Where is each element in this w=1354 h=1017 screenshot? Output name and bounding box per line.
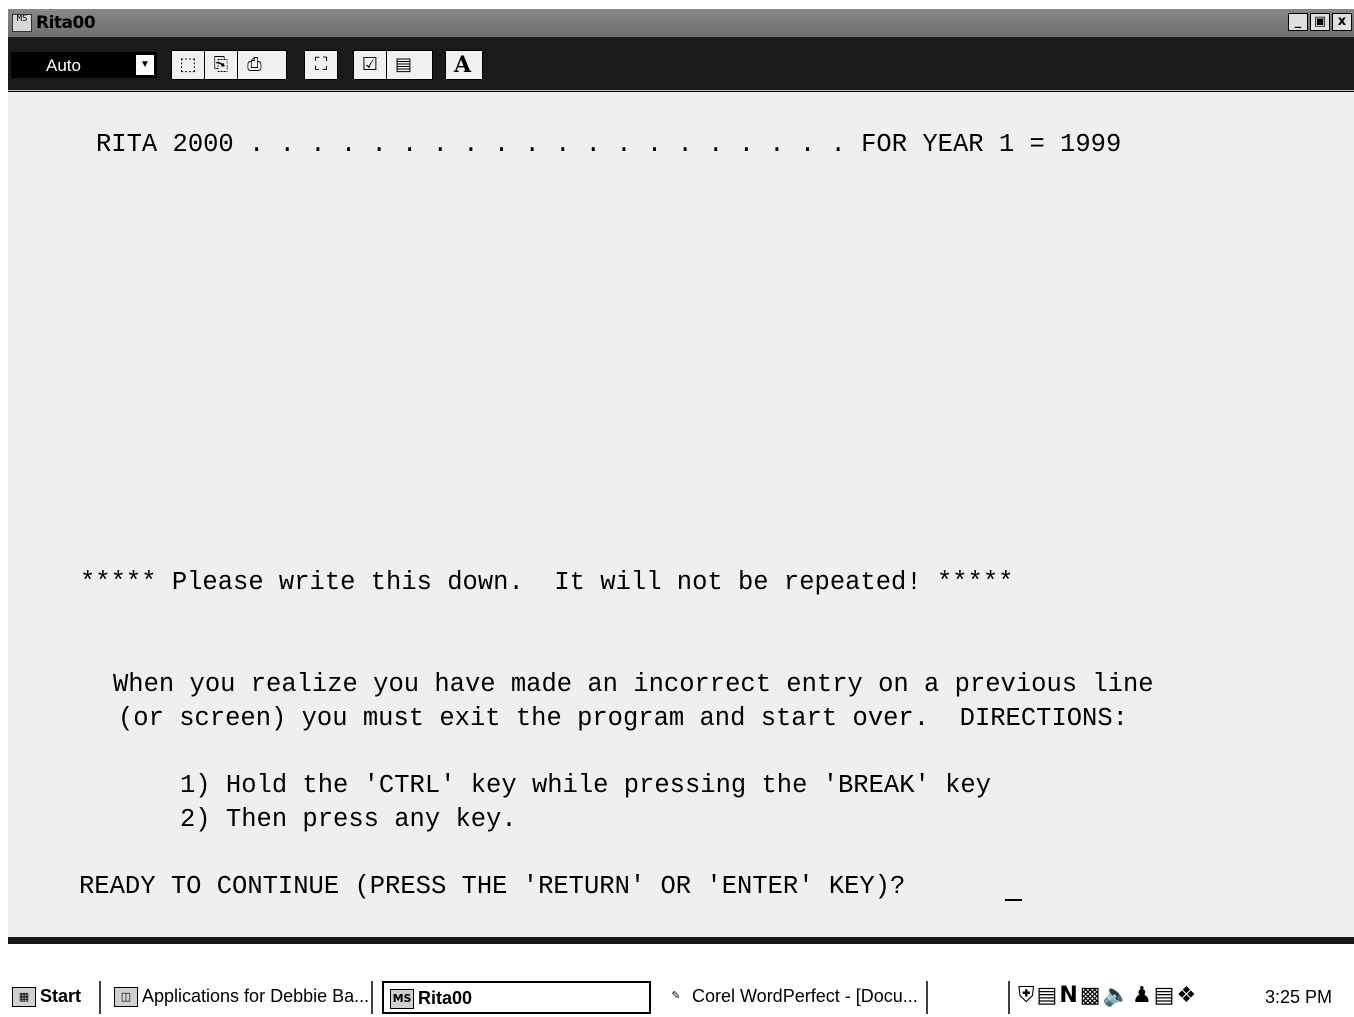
msdos-icon: MS xyxy=(390,989,414,1010)
modem-icon[interactable]: ▩ xyxy=(1080,983,1103,1008)
settings-group: ☑ ▤ xyxy=(353,50,433,80)
task-wordperfect[interactable]: ✎ Corel WordPerfect - [Docu... xyxy=(658,981,928,1014)
taskbar: ▦ Start ◫ Applications for Debbie Ba... MS… xyxy=(0,977,1354,1017)
step-line-2: 2) Then press any key. xyxy=(180,805,517,834)
fullscreen-group: ⛶ xyxy=(304,50,338,80)
user-icon[interactable]: ♟ xyxy=(1132,983,1154,1008)
start-label: Start xyxy=(40,986,82,1006)
shield-icon[interactable]: ⛨ xyxy=(1018,983,1037,1008)
font-group: A xyxy=(445,50,483,80)
start-button[interactable]: ▦ Start xyxy=(8,981,101,1014)
task-scheduler-icon[interactable]: ▤ xyxy=(1037,983,1060,1008)
dos-window: MS Rita00 _ ▣ x Auto ▼ ⬚ ⎘ ⎙ ⛶ ☑ ▤ A RIT… xyxy=(8,9,1354,944)
minimize-button[interactable]: _ xyxy=(1288,13,1308,31)
network-n-icon[interactable]: N xyxy=(1059,983,1079,1008)
mark-icon[interactable]: ⬚ xyxy=(172,51,205,79)
step-line-1: 1) Hold the 'CTRL' key while pressing th… xyxy=(180,771,992,800)
header-line: RITA 2000 . . . . . . . . . . . . . . . … xyxy=(96,130,1122,159)
font-size-value: Auto xyxy=(46,56,81,75)
warning-line: ***** Please write this down. It will no… xyxy=(80,568,1014,597)
speaker-icon[interactable]: 🔈 xyxy=(1103,983,1132,1008)
explorer-icon: ◫ xyxy=(114,987,138,1008)
copy-icon[interactable]: ⎘ xyxy=(205,51,238,79)
font-size-select[interactable]: Auto ▼ xyxy=(11,52,157,78)
msdos-icon[interactable]: MS xyxy=(12,14,32,32)
paste-icon[interactable]: ⎙ xyxy=(238,51,271,79)
task-rita00[interactable]: MS Rita00 xyxy=(382,981,651,1014)
close-button[interactable]: x xyxy=(1332,13,1352,31)
window-controls: _ ▣ x xyxy=(1288,13,1352,31)
toolbar: Auto ▼ ⬚ ⎘ ⎙ ⛶ ☑ ▤ A xyxy=(8,38,1354,90)
scanner-icon[interactable]: ▤ xyxy=(1154,983,1177,1008)
task-wordperfect-label: Corel WordPerfect - [Docu... xyxy=(692,986,918,1006)
title-bar[interactable]: MS Rita00 _ ▣ x xyxy=(8,9,1354,38)
font-icon[interactable]: A xyxy=(446,51,479,79)
system-tray: ⛨▤N▩🔈♟▤❖ 3:25 PM xyxy=(1008,981,1354,1014)
edit-button-group: ⬚ ⎘ ⎙ xyxy=(171,50,287,80)
task-rita00-label: Rita00 xyxy=(418,988,473,1008)
text-cursor xyxy=(1005,899,1022,901)
fullscreen-icon[interactable]: ⛶ xyxy=(305,51,337,79)
chat-icon[interactable]: ❖ xyxy=(1176,983,1198,1008)
windows-logo-icon: ▦ xyxy=(12,987,36,1008)
continue-prompt: READY TO CONTINUE (PRESS THE 'RETURN' OR… xyxy=(79,872,906,901)
background-icon[interactable]: ▤ xyxy=(387,51,420,79)
task-applications[interactable]: ◫ Applications for Debbie Ba... xyxy=(108,981,373,1014)
tray-icons: ⛨▤N▩🔈♟▤❖ xyxy=(1018,983,1198,1008)
restore-button[interactable]: ▣ xyxy=(1310,13,1330,31)
dropdown-arrow-icon[interactable]: ▼ xyxy=(136,55,154,75)
wordperfect-icon: ✎ xyxy=(664,987,688,1008)
clock[interactable]: 3:25 PM xyxy=(1265,987,1332,1008)
properties-icon[interactable]: ☑ xyxy=(354,51,387,79)
window-bottom-border xyxy=(8,937,1354,944)
console-screen[interactable]: RITA 2000 . . . . . . . . . . . . . . . … xyxy=(8,91,1354,938)
instruction-line-1: When you realize you have made an incorr… xyxy=(113,670,1154,699)
window-title: Rita00 xyxy=(36,13,96,33)
task-applications-label: Applications for Debbie Ba... xyxy=(142,986,370,1006)
instruction-line-2: (or screen) you must exit the program an… xyxy=(118,704,1128,733)
